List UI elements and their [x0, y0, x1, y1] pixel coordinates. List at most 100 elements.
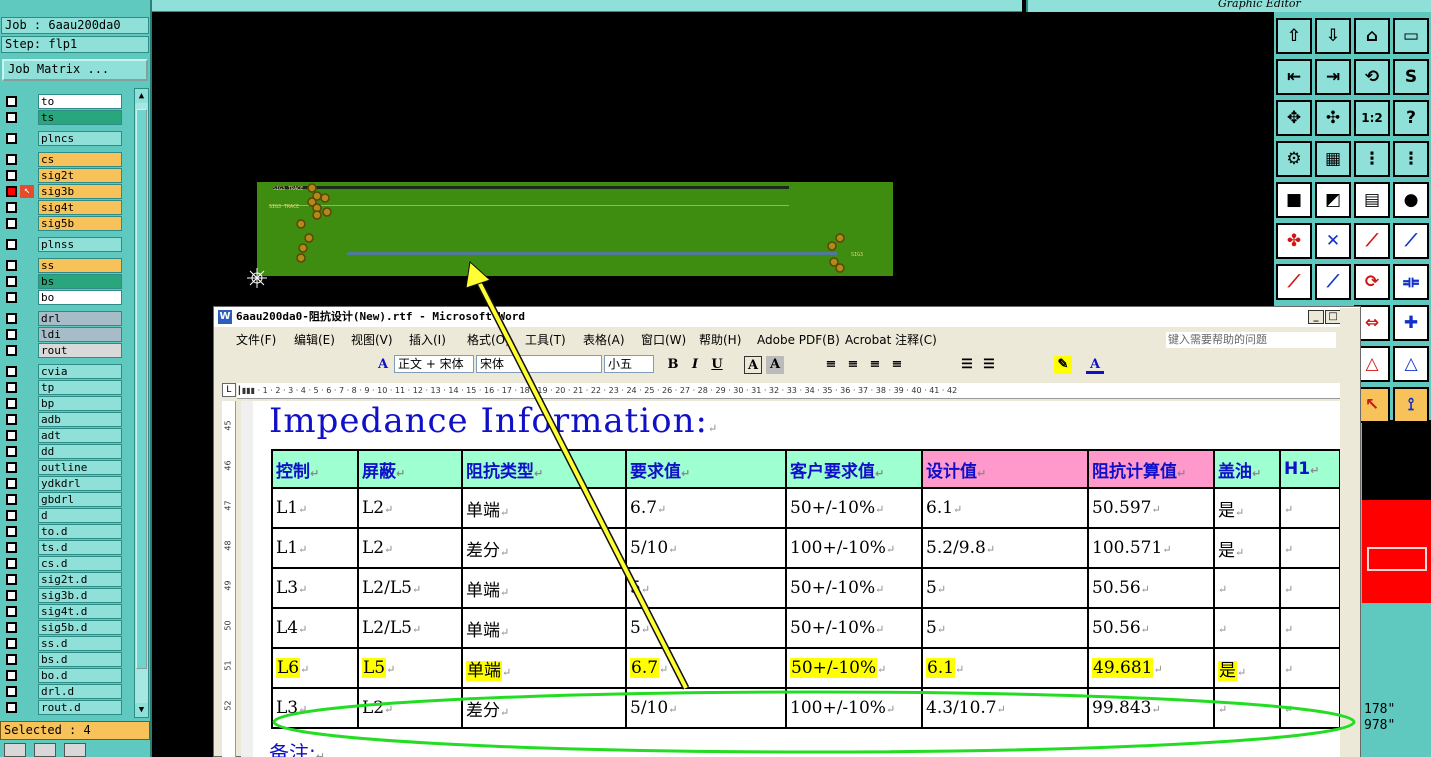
job-matrix-button[interactable]: Job Matrix ... [2, 59, 148, 81]
mirror-button[interactable]: ⟚ [1393, 264, 1429, 300]
layer-name[interactable]: bs.d [38, 652, 122, 667]
layer-name[interactable]: ts [38, 110, 122, 125]
table-cell[interactable]: 单端↵ [461, 607, 627, 649]
layer-checkbox[interactable] [6, 430, 17, 441]
table-cell[interactable]: 5↵ [625, 567, 787, 609]
table-cell[interactable]: L2↵ [357, 687, 463, 729]
layer-row[interactable]: gbdrl [2, 492, 122, 507]
font-select[interactable]: 宋体 [476, 355, 602, 373]
layer-row[interactable]: ss.d [2, 636, 122, 651]
layer-row[interactable]: sig2t [2, 168, 122, 183]
layer-row[interactable]: cs [2, 152, 122, 167]
highlight-icon[interactable]: ✎ [1054, 356, 1072, 374]
layer-name[interactable]: ss.d [38, 636, 122, 651]
table-cell[interactable]: 6.7↵ [625, 487, 787, 529]
help-search-input[interactable]: 键入需要帮助的问题 [1166, 332, 1336, 348]
table-cell[interactable]: L4↵ [271, 607, 359, 649]
table-cell[interactable]: 5/10↵ [625, 687, 787, 729]
layer-checkbox[interactable] [6, 558, 17, 569]
layer-checkbox[interactable] [6, 686, 17, 697]
tool-button-2[interactable] [34, 743, 56, 757]
layer-name[interactable]: tp [38, 380, 122, 395]
layer-checkbox[interactable] [6, 638, 17, 649]
layer-row[interactable]: cvia [2, 364, 122, 379]
delete-button[interactable]: ✕ [1315, 223, 1351, 259]
layer-checkbox[interactable] [6, 329, 17, 340]
numbering-icon[interactable]: ☰ [958, 356, 976, 374]
help-button[interactable]: ? [1393, 100, 1429, 136]
layer-checkbox[interactable] [6, 542, 17, 553]
table-cell[interactable]: 50.56↵ [1087, 567, 1215, 609]
layer-list-scrollbar[interactable]: ▲ ▼ [134, 88, 149, 718]
scroll-down-icon[interactable]: ▼ [135, 703, 148, 717]
table-cell[interactable]: L3↵ [271, 567, 359, 609]
layer-row[interactable]: ts [2, 110, 122, 125]
grid-button[interactable]: ▦ [1315, 141, 1351, 177]
table-cell[interactable]: 50+/-10%↵ [785, 647, 923, 689]
table-cell[interactable]: 5.2/9.8↵ [921, 527, 1089, 569]
table-cell[interactable]: 5↵ [921, 567, 1089, 609]
layer-name[interactable]: plnss [38, 237, 122, 252]
bold-icon[interactable]: B [664, 356, 682, 374]
document-page[interactable]: Impedance Information:↵ 控制↵ 屏蔽↵ 阻抗类型↵ 要求值↵ 客… [241, 401, 1359, 757]
layer-name[interactable]: gbdrl [38, 492, 122, 507]
layer-row[interactable]: bs.d [2, 652, 122, 667]
layer-row[interactable]: bo [2, 290, 122, 305]
pad-shape-button[interactable]: ✚ [1393, 305, 1429, 341]
pan-left-button[interactable]: ⇤ [1276, 59, 1312, 95]
layer-row[interactable]: sig5b [2, 216, 122, 231]
layer-name[interactable]: sig3b.d [38, 588, 122, 603]
font-color-icon[interactable]: A [1086, 356, 1104, 374]
layer-row[interactable]: ss [2, 258, 122, 273]
table-cell[interactable]: ↵ [1279, 647, 1341, 689]
layer-checkbox[interactable] [6, 345, 17, 356]
pan-right-button[interactable]: ⇥ [1315, 59, 1351, 95]
layer-checkbox[interactable] [6, 606, 17, 617]
maximize-icon[interactable]: □ [1325, 310, 1341, 324]
table-cell[interactable]: 100+/-10%↵ [785, 687, 923, 729]
table-cell[interactable]: 100.571↵ [1087, 527, 1215, 569]
menu-tools[interactable]: 工具(T) [525, 329, 566, 351]
layer-row[interactable]: drl [2, 311, 122, 326]
window-button[interactable]: ▭ [1393, 18, 1429, 54]
layer-name[interactable]: ydkdrl [38, 476, 122, 491]
table-cell[interactable]: ↵ [1279, 687, 1341, 729]
rotate-button[interactable]: ⟳ [1354, 264, 1390, 300]
layer-name[interactable]: sig5b.d [38, 620, 122, 635]
table-cell[interactable]: 5/10↵ [625, 527, 787, 569]
layer-name[interactable]: bp [38, 396, 122, 411]
layer-name[interactable]: adb [38, 412, 122, 427]
minimize-icon[interactable]: _ [1308, 310, 1324, 324]
net-button[interactable]: ✤ [1276, 223, 1312, 259]
layer-row[interactable]: adb [2, 412, 122, 427]
layer-name[interactable]: ts.d [38, 540, 122, 555]
measure-alt-button[interactable]: ⋮ [1393, 141, 1429, 177]
scale-button[interactable]: 1:2 [1354, 100, 1390, 136]
layer-name[interactable]: drl [38, 311, 122, 326]
table-cell[interactable]: 99.843↵ [1087, 687, 1215, 729]
word-vertical-scrollbar[interactable] [1340, 308, 1360, 757]
align-center-icon[interactable]: ≡ [844, 356, 862, 374]
char-shading-icon[interactable]: A [766, 356, 784, 374]
layer-name[interactable]: ss [38, 258, 122, 273]
settings-button[interactable]: ⚙ [1276, 141, 1312, 177]
layer-name[interactable]: to.d [38, 524, 122, 539]
layer-name[interactable]: bo.d [38, 668, 122, 683]
layer-row[interactable]: ldi [2, 327, 122, 342]
layer-name[interactable]: dd [38, 444, 122, 459]
layer-row[interactable]: sig2t.d [2, 572, 122, 587]
layer-checkbox[interactable] [6, 478, 17, 489]
zoom-home-button[interactable]: ⇧ [1276, 18, 1312, 54]
layer-name[interactable]: outline [38, 460, 122, 475]
pad-button[interactable]: ● [1393, 182, 1429, 218]
align-left-icon[interactable]: ≡ [822, 356, 840, 374]
undo-button[interactable]: ⟲ [1354, 59, 1390, 95]
align-right-icon[interactable]: ≡ [866, 356, 884, 374]
styles-icon[interactable]: A [374, 356, 392, 374]
italic-icon[interactable]: I [686, 356, 704, 374]
horizontal-ruler[interactable]: ┃▮▮▮ · 1 · 2 · 3 · 4 · 5 · 6 · 7 · 8 · 9… [237, 383, 1351, 399]
table-cell[interactable]: 6.1↵ [921, 647, 1089, 689]
table-cell[interactable]: ↵ [1279, 567, 1341, 609]
table-cell[interactable]: 是↵ [1213, 647, 1281, 689]
layer-row[interactable]: dd [2, 444, 122, 459]
